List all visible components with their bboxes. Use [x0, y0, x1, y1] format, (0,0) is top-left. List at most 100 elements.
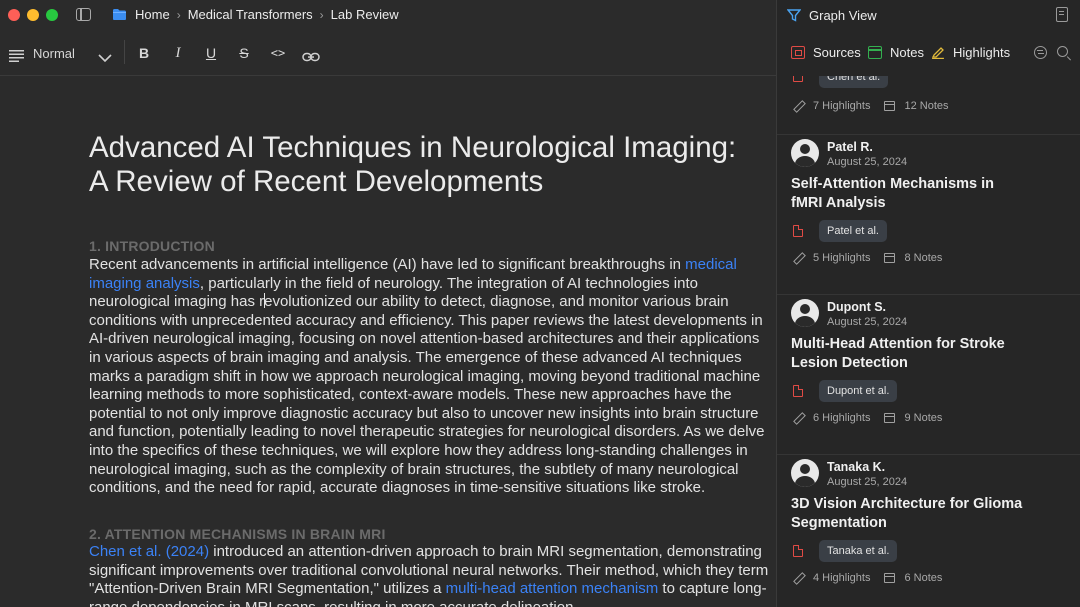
card-author: Patel R. [827, 140, 873, 154]
card-title[interactable]: Self-Attention Mechanisms in fMRI Analys… [791, 175, 1041, 213]
panel-header: Graph View [777, 0, 1080, 30]
card-date: August 25, 2024 [827, 156, 908, 168]
highlights-count: 7 Highlights [813, 100, 871, 112]
source-card[interactable]: Tanaka K. August 25, 2024 3D Vision Arch… [777, 455, 1080, 607]
card-title-line: Self-Attention Mechanisms in [791, 176, 995, 192]
code-button[interactable]: <> [269, 44, 287, 62]
card-date: August 25, 2024 [827, 316, 908, 328]
card-date: August 25, 2024 [827, 476, 908, 488]
highlighter-icon [931, 47, 944, 59]
source-card[interactable]: Patel R. August 25, 2024 Self-Attention … [777, 135, 1080, 295]
document-icon[interactable] [1056, 7, 1068, 22]
notes-count-icon [884, 101, 896, 111]
citation-tag[interactable]: Patel et al. [819, 220, 887, 242]
avatar [791, 299, 819, 327]
editor-pane: Home › Medical Transformers › Lab Review… [0, 0, 776, 607]
tab-notes[interactable]: Notes [868, 45, 924, 60]
tab-notes-label: Notes [890, 45, 924, 60]
paragraph-text: evolutionized our ability to detect, dia… [89, 293, 765, 497]
folder-icon [113, 9, 126, 20]
pdf-icon [793, 545, 803, 557]
text-style-select[interactable]: Normal [33, 44, 75, 62]
link-icon[interactable] [302, 48, 320, 66]
card-title-line: Lesion Detection [791, 355, 908, 371]
citation-tag[interactable]: Dupont et al. [819, 380, 898, 402]
paragraph-lines-icon [9, 50, 24, 62]
multi-head-attention-link[interactable]: multi-head attention mechanism [446, 580, 659, 597]
notes-count: 6 Notes [904, 572, 943, 584]
card-author: Tanaka K. [827, 460, 886, 474]
title-line-1: Advanced AI Techniques in Neurological I… [89, 131, 737, 164]
card-title-line: fMRI Analysis [791, 195, 886, 211]
source-card[interactable]: Chen et al. 7 Highlights 12 Notes [777, 76, 1080, 135]
breadcrumb-separator-icon: › [319, 7, 324, 22]
citation-tag[interactable]: Chen et al. [819, 76, 889, 88]
notes-count: 12 Notes [904, 100, 949, 112]
section-heading-attention-mechanisms: 2. ATTENTION MECHANISMS IN BRAIN MRI [89, 526, 386, 542]
paragraph-text: Recent advancements in artificial intell… [89, 256, 686, 273]
chevron-down-icon[interactable] [97, 49, 113, 67]
card-title-line: Segmentation [791, 515, 887, 531]
source-card-list: Chen et al. 7 Highlights 12 Notes Patel … [777, 76, 1080, 607]
tab-highlights-label: Highlights [953, 45, 1011, 60]
panel-title: Graph View [809, 8, 877, 23]
card-meta: 7 Highlights 12 Notes [793, 100, 949, 112]
panel-tabs: Sources Notes Highlights [777, 30, 1080, 76]
pdf-icon [793, 76, 803, 82]
card-meta: 4 Highlights 6 Notes [793, 572, 942, 584]
source-card[interactable]: Dupont S. August 25, 2024 Multi-Head Att… [777, 295, 1080, 455]
title-line-2: A Review of Recent Developments [89, 165, 544, 198]
attention-paragraph[interactable]: Chen et al. (2024) introduced an attenti… [89, 543, 769, 607]
breadcrumb-medical-transformers[interactable]: Medical Transformers [188, 7, 313, 22]
chen-et-al-citation-link[interactable]: Chen et al. (2024) [89, 543, 209, 560]
sidebar-toggle-icon[interactable] [76, 8, 91, 21]
sources-icon [791, 46, 805, 59]
bold-button[interactable]: B [137, 44, 151, 62]
highlight-pen-icon [793, 101, 804, 112]
notes-count-icon [884, 413, 896, 423]
notes-count: 9 Notes [904, 412, 943, 424]
tab-sources-label: Sources [813, 45, 861, 60]
card-title-line: Multi-Head Attention for Stroke [791, 336, 1005, 352]
graph-view-icon [787, 9, 801, 22]
breadcrumb-separator-icon: › [176, 7, 181, 22]
section-heading-introduction: 1. INTRODUCTION [89, 238, 215, 254]
search-icon[interactable] [1057, 46, 1068, 57]
highlights-count: 6 Highlights [813, 412, 871, 424]
close-window-button[interactable] [8, 9, 20, 21]
breadcrumb-lab-review[interactable]: Lab Review [331, 7, 399, 22]
notes-count: 8 Notes [904, 252, 943, 264]
highlights-count: 4 Highlights [813, 572, 871, 584]
highlights-count: 5 Highlights [813, 252, 871, 264]
strikethrough-button[interactable]: S [237, 44, 251, 62]
notes-icon [868, 46, 882, 59]
citation-tag[interactable]: Tanaka et al. [819, 540, 898, 562]
title-bar: Home › Medical Transformers › Lab Review [0, 0, 776, 30]
pdf-icon [793, 385, 803, 397]
document-title: Advanced AI Techniques in Neurological I… [89, 131, 769, 199]
underline-button[interactable]: U [204, 44, 218, 62]
avatar [791, 139, 819, 167]
card-author: Dupont S. [827, 300, 887, 314]
italic-button[interactable]: I [171, 44, 185, 62]
introduction-paragraph[interactable]: Recent advancements in artificial intell… [89, 256, 769, 498]
format-toolbar: Normal B I U S <> [0, 30, 776, 76]
highlight-pen-icon [793, 573, 804, 584]
tab-highlights[interactable]: Highlights [931, 45, 1010, 60]
avatar [791, 459, 819, 487]
filter-icon[interactable] [1034, 46, 1047, 59]
card-title[interactable]: Multi-Head Attention for Stroke Lesion D… [791, 335, 1041, 373]
toolbar-divider [124, 40, 125, 64]
notes-count-icon [884, 253, 896, 263]
card-title[interactable]: 3D Vision Architecture for Glioma Segmen… [791, 495, 1041, 533]
card-title-line: 3D Vision Architecture for Glioma [791, 496, 1023, 512]
highlight-pen-icon [793, 253, 804, 264]
document-body[interactable]: Advanced AI Techniques in Neurological I… [89, 76, 769, 607]
pdf-icon [793, 225, 803, 237]
breadcrumb-home[interactable]: Home [135, 7, 170, 22]
tab-sources[interactable]: Sources [791, 45, 861, 60]
zoom-window-button[interactable] [46, 9, 58, 21]
minimize-window-button[interactable] [27, 9, 39, 21]
graph-view-panel: Graph View Sources Notes Highlights Chen… [776, 0, 1080, 607]
card-meta: 6 Highlights 9 Notes [793, 412, 942, 424]
